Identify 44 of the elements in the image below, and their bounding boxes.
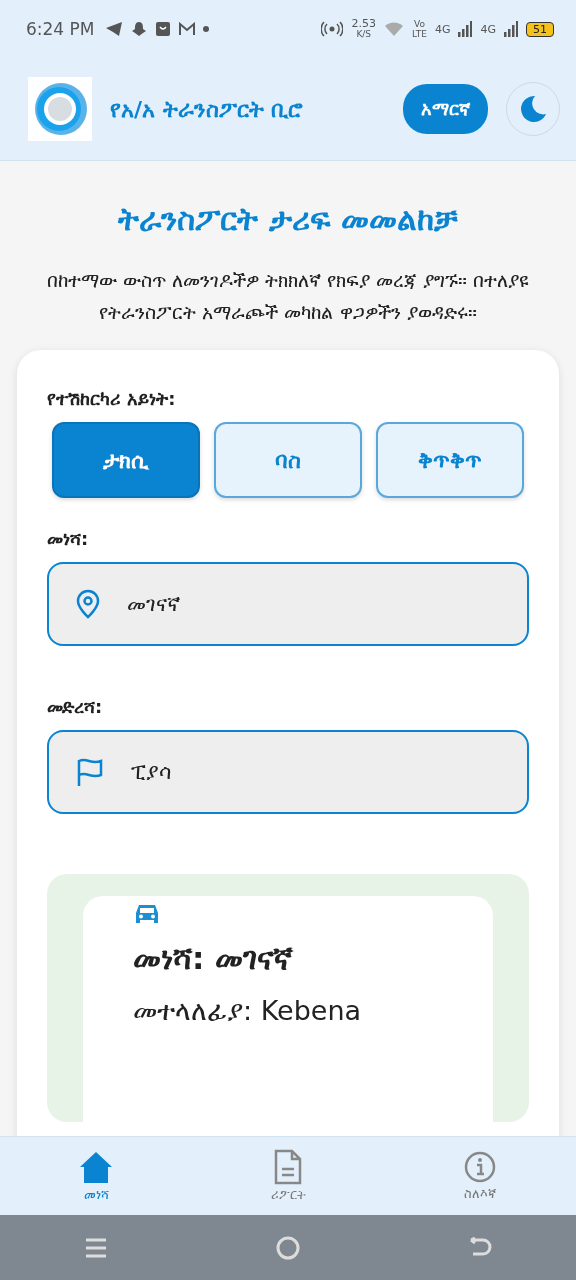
menu-icon[interactable]	[85, 1236, 107, 1259]
origin-label: መነሻ:	[47, 528, 90, 550]
flag-icon	[75, 757, 105, 787]
network-label: 4G	[480, 22, 496, 36]
signal-icon	[458, 21, 473, 37]
dot-icon	[202, 26, 209, 32]
moon-icon	[518, 94, 548, 124]
battery-level: 51	[526, 21, 554, 37]
hotspot-icon	[321, 21, 344, 37]
status-time: 6:24 PM	[26, 19, 95, 39]
car-icon	[133, 902, 161, 926]
dark-mode-button[interactable]	[506, 82, 560, 136]
origin-field[interactable]: መገናኛ	[47, 562, 529, 646]
vehicle-type-label: የተሽከርካሪ አይነት:	[47, 388, 177, 410]
language-button[interactable]: አማርኛ	[403, 84, 488, 134]
vehicle-type-button[interactable]: ባስ	[214, 422, 362, 498]
nav-tab[interactable]: ስለእኛ	[384, 1137, 576, 1215]
app-title: የአ/አ ትራንስፖርት ቢሮ	[110, 96, 305, 122]
wifi-icon	[383, 21, 404, 37]
mail-icon	[178, 22, 195, 36]
lte-label: LTE	[411, 29, 427, 39]
signal-icon	[504, 21, 518, 37]
vehicle-type-button[interactable]: ታክሲ	[52, 422, 200, 498]
route-transfer: መተላለፊያ: Kebena	[133, 995, 363, 1027]
document-icon	[273, 1149, 303, 1185]
page-description: በከተማው ውስጥ ለመንገዶችዎ ትክክለኛ የክፍያ መረጃ ያግኙ። በተለያዩ የትራንስፖርት አማራጮች መካከል ዋጋዎችን ያወዳድሩ።	[45, 268, 531, 325]
nav-tab[interactable]: ሪፖርት	[192, 1137, 384, 1215]
speed-unit: K/S	[356, 29, 372, 39]
send-icon	[104, 21, 123, 37]
destination-label: መድረሻ:	[47, 696, 104, 718]
ghost-icon	[130, 21, 147, 37]
bag-icon	[154, 21, 171, 37]
network-label: 4G	[434, 22, 451, 36]
back-icon[interactable]	[468, 1236, 492, 1259]
location-pin-icon	[75, 589, 101, 619]
page-title: ትራንስፖርት ታሪፍ መመልከቻ	[117, 201, 459, 238]
volte-label: Vo	[413, 19, 425, 29]
nav-tab[interactable]: መነሻ	[0, 1137, 192, 1215]
speed-value: 2.53	[351, 19, 376, 29]
info-icon	[463, 1150, 497, 1184]
vehicle-type-button[interactable]: ቅጥቅጥ	[376, 422, 524, 498]
home-circle-icon[interactable]	[276, 1235, 300, 1260]
destination-field[interactable]: ፒያሳ	[47, 730, 529, 814]
route-origin: መነሻ: መገናኛ	[133, 940, 295, 977]
